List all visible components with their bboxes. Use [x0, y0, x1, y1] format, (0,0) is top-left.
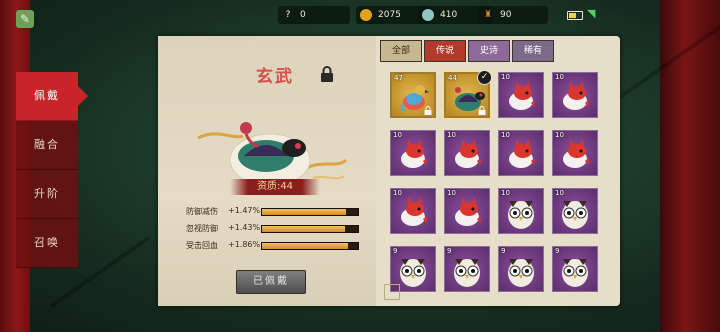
- fox-pet-icon: [401, 139, 427, 168]
- lock-icon: [424, 106, 432, 115]
- resource-question-value: 0: [300, 10, 306, 20]
- tab-epic[interactable]: 史诗: [468, 40, 510, 62]
- resource-gold-value: 2075: [378, 10, 401, 20]
- pet-slot-fox[interactable]: 10: [390, 188, 436, 234]
- pet-slot-owl[interactable]: 9: [444, 246, 490, 292]
- stat-bar-fill: [262, 226, 345, 232]
- stat-value: +1.86%: [228, 240, 261, 249]
- stat-value: +1.43%: [228, 223, 261, 232]
- lock-icon: [478, 106, 486, 115]
- pet-name: 玄武: [256, 67, 294, 87]
- tab-legendary[interactable]: 传说: [424, 40, 466, 62]
- resource-tower[interactable]: ♜ 90: [478, 6, 548, 24]
- pet-slot-fox[interactable]: 10: [444, 130, 490, 176]
- tab-all[interactable]: 全部: [380, 40, 422, 62]
- question-icon: ?: [285, 10, 291, 20]
- stat-bar: [261, 242, 359, 250]
- book-icon[interactable]: ✎: [16, 10, 34, 28]
- stat-bar: [261, 208, 359, 216]
- fox-pet-icon: [509, 139, 535, 168]
- pet-slot-owl[interactable]: 10: [498, 188, 544, 234]
- sidebar-item-upgrade[interactable]: 升阶: [16, 170, 78, 219]
- owl-pet-icon: [454, 259, 480, 287]
- sidebar: 佩戴 融合 升阶 召唤: [16, 72, 88, 268]
- sidebar-item-fuse[interactable]: 融合: [16, 121, 78, 170]
- corner-ornament: [384, 284, 400, 300]
- wifi-icon: ◥: [587, 7, 596, 20]
- fox-pet-icon: [563, 81, 589, 110]
- tower-icon: ♜: [483, 10, 493, 20]
- gem-icon: [422, 9, 434, 21]
- owl-pet-icon: [562, 259, 588, 287]
- pet-slot-owl[interactable]: 9: [552, 246, 598, 292]
- sidebar-item-label: 召唤: [34, 236, 60, 249]
- pet-panel: 玄武 资质:44 防御减伤 +1.47% 忽视防御 +1.43% 受击回血 +1…: [158, 36, 620, 306]
- fox-pet-icon: [563, 139, 589, 168]
- fox-pet-icon: [455, 197, 481, 226]
- pet-slot-fox[interactable]: 10: [498, 72, 544, 118]
- lock-icon[interactable]: [320, 66, 334, 82]
- sidebar-item-label: 佩戴: [34, 89, 60, 102]
- fox-pet-icon: [401, 197, 427, 226]
- pet-slot-owl[interactable]: 10: [552, 188, 598, 234]
- tab-rare[interactable]: 稀有: [512, 40, 554, 62]
- resource-tower-value: 90: [500, 10, 512, 20]
- stat-row-ignore-defense: 忽视防御 +1.43%: [186, 223, 366, 235]
- fox-pet-icon: [455, 139, 481, 168]
- checkmark-icon: ✓: [477, 70, 492, 85]
- battery-icon: [567, 11, 583, 20]
- owl-pet-icon: [562, 201, 588, 229]
- resource-gem-value: 410: [440, 10, 458, 20]
- pet-slot-fox[interactable]: 10: [552, 130, 598, 176]
- stat-label: 受击回血: [186, 241, 218, 250]
- stat-row-defense: 防御减伤 +1.47%: [186, 206, 366, 218]
- stat-label: 防御减伤: [186, 207, 218, 216]
- pet-slot-fox[interactable]: 10: [444, 188, 490, 234]
- battery-level: [569, 13, 577, 18]
- pet-slot-bird[interactable]: 47: [390, 72, 436, 118]
- sidebar-item-label: 融合: [34, 138, 60, 151]
- stat-row-hit-regen: 受击回血 +1.86%: [186, 240, 366, 252]
- pet-slot-fox[interactable]: 10: [498, 130, 544, 176]
- resource-question[interactable]: ? 0: [278, 6, 350, 24]
- owl-pet-icon: [508, 259, 534, 287]
- owl-pet-icon: [400, 259, 426, 287]
- pet-detail-pane: 玄武 资质:44 防御减伤 +1.47% 忽视防御 +1.43% 受击回血 +1…: [158, 36, 376, 306]
- pet-slot-fox[interactable]: 10: [390, 130, 436, 176]
- sidebar-item-label: 升阶: [34, 187, 60, 200]
- pet-slot-turtle[interactable]: 44 ✓: [444, 70, 492, 118]
- status-bar: ✎ ? 0 2075 410 ♜ 90 ◥: [0, 0, 720, 28]
- quality-label: 资质:44: [230, 179, 320, 195]
- sidebar-item-wear[interactable]: 佩戴: [16, 72, 88, 121]
- pet-slot-owl[interactable]: 9: [498, 246, 544, 292]
- stat-value: +1.47%: [228, 206, 261, 215]
- stat-bar-fill: [262, 209, 347, 215]
- worn-button[interactable]: 已佩戴: [236, 270, 306, 294]
- gold-coin-icon: [360, 9, 372, 21]
- sidebar-item-summon[interactable]: 召唤: [16, 219, 78, 268]
- fox-pet-icon: [509, 81, 535, 110]
- stat-label: 忽视防御: [186, 224, 218, 233]
- stat-bar: [261, 225, 359, 233]
- owl-pet-icon: [508, 201, 534, 229]
- pet-slot-fox[interactable]: 10: [552, 72, 598, 118]
- stat-bar-fill: [262, 243, 349, 249]
- pet-inventory: 全部 传说 史诗 稀有 47 44 ✓ 10 10 10 10 10 10 10 10 10 10 9 9 9…: [378, 36, 620, 306]
